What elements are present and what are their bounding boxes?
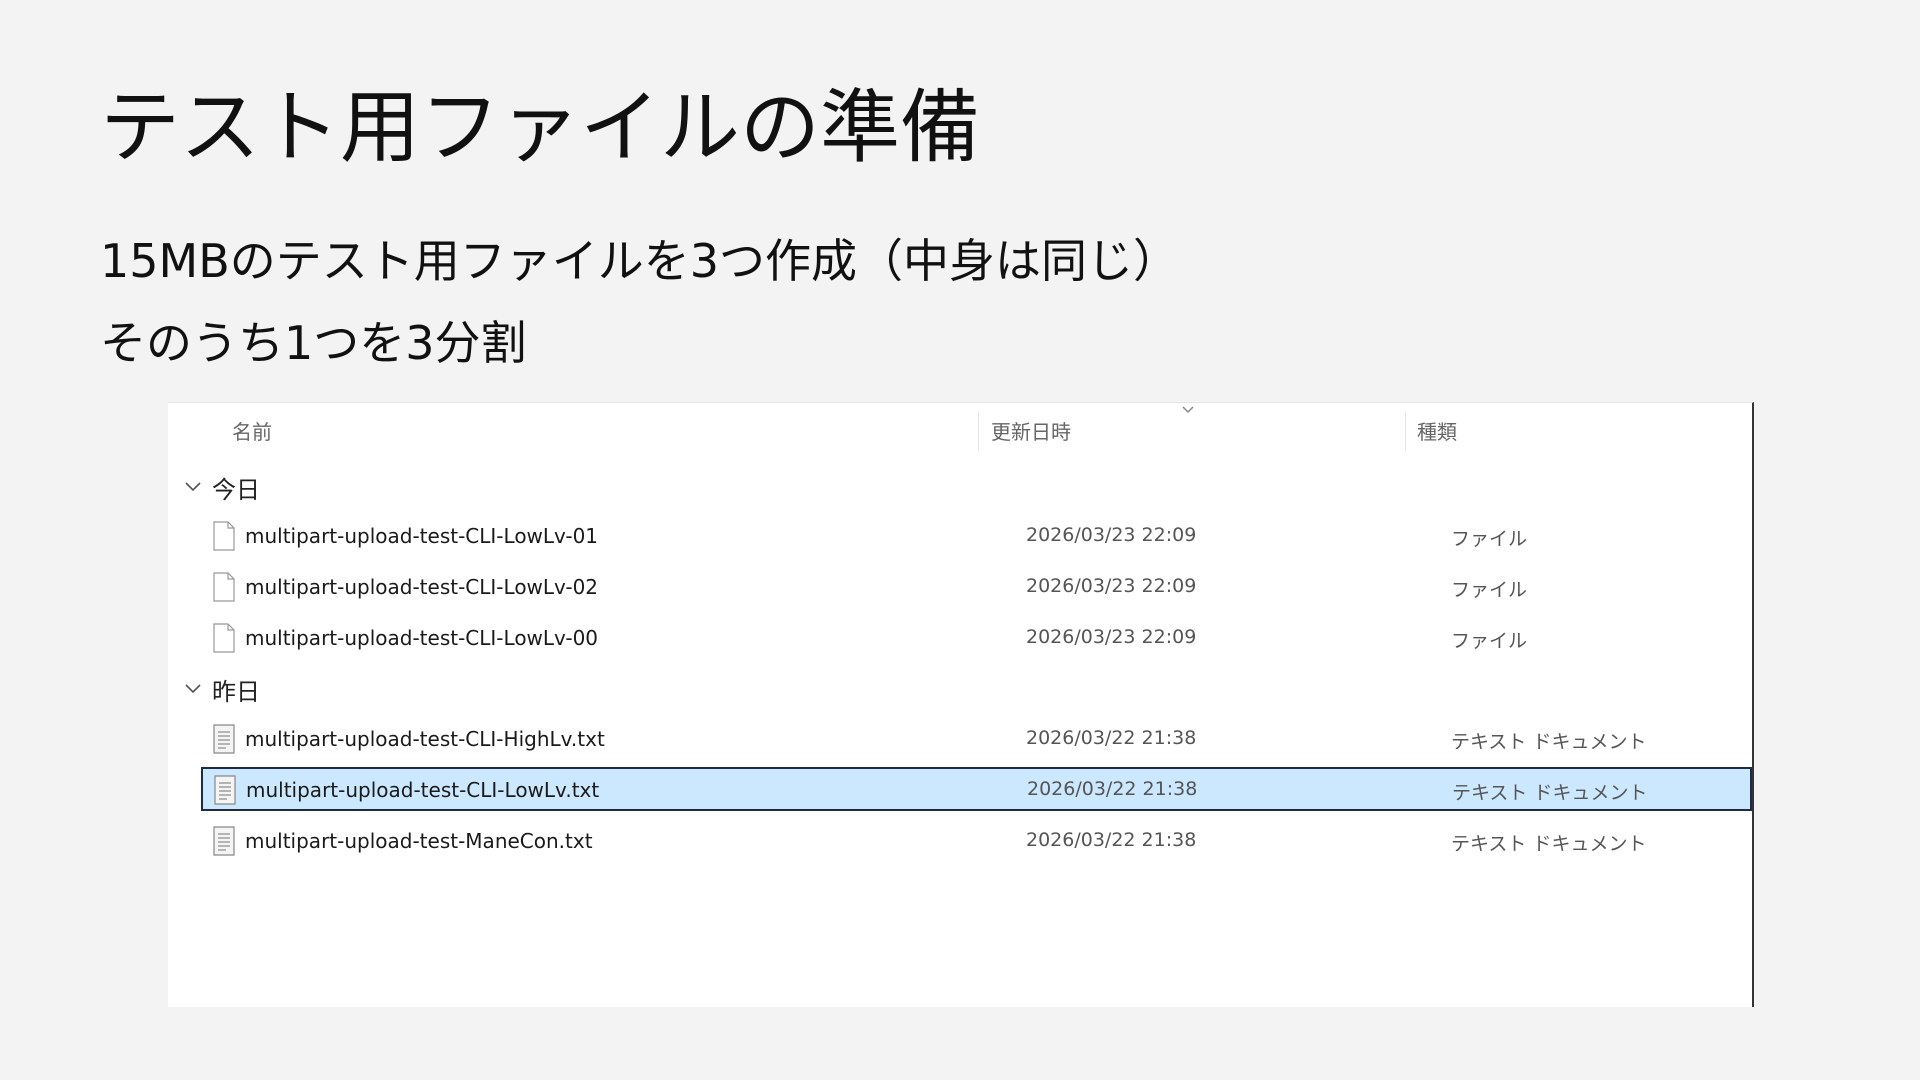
sort-chevron-down-icon (1182, 406, 1194, 414)
chevron-down-icon (185, 684, 201, 694)
file-name: multipart-upload-test-CLI-LowLv-00 (245, 626, 599, 650)
file-name: multipart-upload-test-ManeCon.txt (245, 829, 593, 853)
column-header-type[interactable]: 種類 (1417, 416, 1457, 445)
file-name: multipart-upload-test-CLI-LowLv.txt (246, 778, 600, 802)
file-modified: 2026/03/23 22:09 (1026, 524, 1197, 546)
column-header-row: 名前 更新日時 種類 (168, 403, 1752, 453)
file-modified: 2026/03/22 21:38 (1027, 778, 1198, 800)
column-divider[interactable] (978, 411, 979, 451)
file-row[interactable]: multipart-upload-test-CLI-LowLv-01 2026/… (202, 515, 1752, 559)
file-row-selected[interactable]: multipart-upload-test-CLI-LowLv.txt 2026… (201, 767, 1752, 811)
file-type: テキスト ドキュメント (1452, 782, 1648, 804)
bullet-item: そのうち1つを3分割 (100, 316, 527, 370)
text-document-icon (213, 826, 235, 856)
column-header-name[interactable]: 名前 (232, 416, 272, 445)
file-row[interactable]: multipart-upload-test-ManeCon.txt 2026/0… (202, 820, 1752, 864)
chevron-down-icon (185, 482, 201, 492)
file-row[interactable]: multipart-upload-test-CLI-HighLv.txt 202… (202, 718, 1752, 762)
file-modified: 2026/03/23 22:09 (1026, 575, 1197, 597)
file-name: multipart-upload-test-CLI-HighLv.txt (245, 727, 605, 751)
file-icon (213, 623, 235, 653)
group-header-today[interactable]: 今日 (182, 469, 260, 505)
group-label: 今日 (212, 475, 260, 504)
file-type: テキスト ドキュメント (1451, 731, 1647, 753)
bullet-item: 15MBのテスト用ファイルを3つ作成（中身は同じ） (100, 234, 1180, 288)
file-type: ファイル (1451, 579, 1528, 601)
group-label: 昨日 (212, 677, 260, 706)
file-name: multipart-upload-test-CLI-LowLv-02 (245, 575, 599, 599)
text-document-icon (214, 775, 236, 805)
file-type: ファイル (1451, 630, 1528, 652)
file-icon (213, 521, 235, 551)
file-type: ファイル (1451, 528, 1528, 550)
file-modified: 2026/03/23 22:09 (1026, 626, 1197, 648)
text-document-icon (213, 724, 235, 754)
column-header-modified[interactable]: 更新日時 (991, 416, 1071, 445)
file-type: テキスト ドキュメント (1451, 833, 1647, 855)
slide-title: テスト用ファイルの準備 (100, 81, 980, 174)
group-header-yesterday[interactable]: 昨日 (182, 671, 260, 707)
column-divider[interactable] (1405, 411, 1406, 451)
file-name: multipart-upload-test-CLI-LowLv-01 (245, 524, 599, 548)
file-icon (213, 572, 235, 602)
file-modified: 2026/03/22 21:38 (1026, 829, 1197, 851)
file-row[interactable]: multipart-upload-test-CLI-LowLv-02 2026/… (202, 566, 1752, 610)
file-modified: 2026/03/22 21:38 (1026, 727, 1197, 749)
file-explorer-list: 名前 更新日時 種類 今日 multipart-upload-test-CLI-… (168, 402, 1754, 1007)
file-row[interactable]: multipart-upload-test-CLI-LowLv-00 2026/… (202, 617, 1752, 661)
bullet-list: 15MBのテスト用ファイルを3つ作成（中身は同じ） そのうち1つを3分割 (100, 232, 1179, 396)
